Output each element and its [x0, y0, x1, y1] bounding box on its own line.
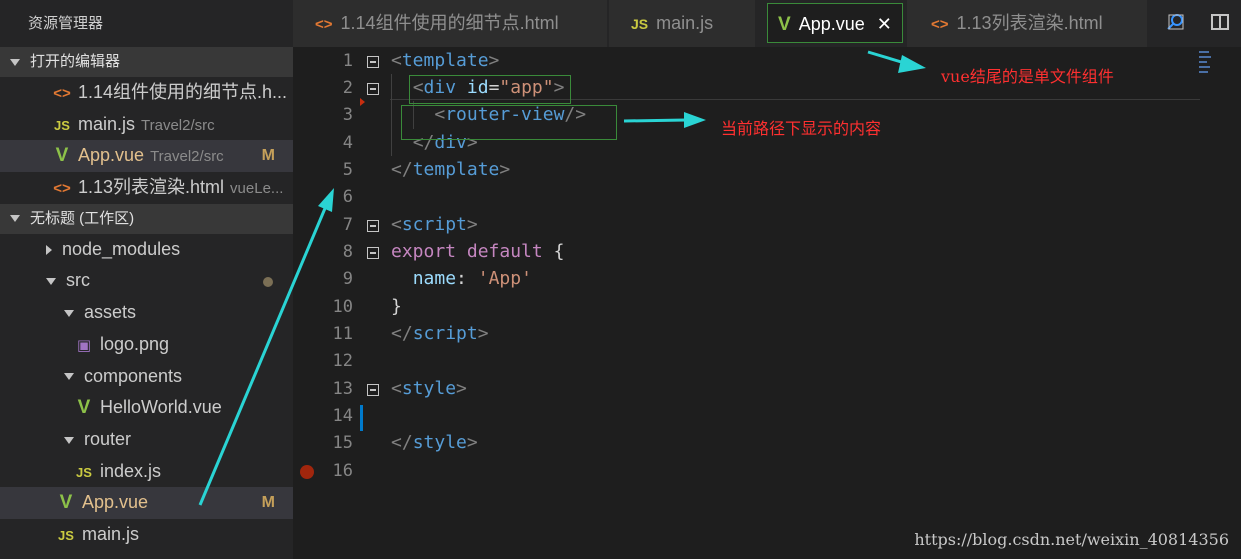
- arrow-to-router-view-note: [623, 112, 706, 128]
- watermark: https://blog.csdn.net/weixin_40814356: [914, 530, 1229, 549]
- annotation-arrows: [198, 50, 926, 506]
- arrow-to-single-file-note: [867, 50, 926, 73]
- arrow-app-vue-to-editor: [198, 188, 334, 506]
